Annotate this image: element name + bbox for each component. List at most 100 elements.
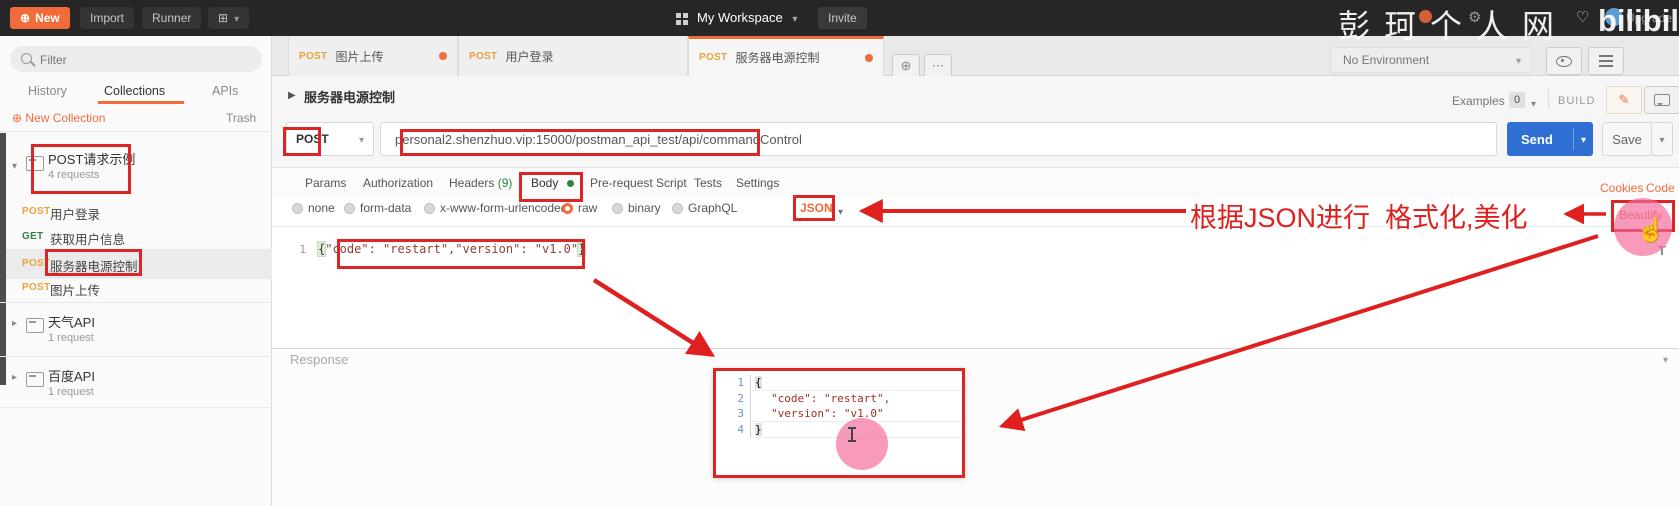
collection-count: 1 request: [48, 386, 94, 398]
runner-button-label: Runner: [152, 11, 191, 25]
save-button-label: Save: [1612, 132, 1642, 147]
tab-params[interactable]: Params: [305, 176, 346, 190]
collection-header[interactable]: POST请求示例 4 requests: [8, 140, 272, 196]
save-options-button[interactable]: [1651, 122, 1673, 156]
editor-scrollbar-thumb[interactable]: T: [1658, 243, 1666, 258]
editor-code-line[interactable]: {"code": "restart","version": "v1.0"}: [318, 242, 585, 256]
response-panel: [272, 348, 1679, 506]
filter-box[interactable]: [10, 46, 262, 72]
method-badge: POST: [22, 206, 50, 217]
collection-folder-icon: [26, 156, 44, 171]
radio-form-data[interactable]: [344, 203, 355, 214]
radio-none[interactable]: [292, 203, 303, 214]
environment-settings-button[interactable]: [1588, 47, 1624, 75]
new-button-label: New: [35, 11, 60, 25]
new-button[interactable]: ⊕ New: [10, 7, 70, 29]
import-button[interactable]: Import: [80, 7, 134, 29]
save-button[interactable]: Save: [1602, 122, 1652, 156]
chevron-down-icon: [1516, 51, 1521, 69]
sidebar-tab-collections[interactable]: Collections: [104, 84, 165, 98]
environment-quicklook-button[interactable]: [1546, 47, 1582, 75]
body-set-dot: [567, 180, 574, 187]
method-select[interactable]: POST: [286, 122, 374, 156]
request-item[interactable]: POST 图片上传: [6, 275, 272, 301]
filter-input[interactable]: [38, 49, 252, 71]
chevron-down-icon[interactable]: [1581, 130, 1586, 148]
hand-cursor-icon: ☝: [1636, 216, 1666, 245]
tab-body-active[interactable]: Body: [531, 176, 574, 190]
open-tab-2[interactable]: POST 用户登录: [458, 36, 688, 76]
method-badge: POST: [699, 52, 727, 63]
postman-app-window: ⊕ New Import Runner ⊞ My Workspace Invit…: [0, 0, 1679, 506]
code-link[interactable]: Code: [1646, 181, 1675, 195]
body-format-select[interactable]: JSON: [800, 201, 833, 215]
tab-title: 服务器电源控制: [735, 49, 819, 66]
sidebar-tab-history[interactable]: History: [28, 84, 67, 98]
environment-selector[interactable]: No Environment: [1330, 47, 1532, 73]
radio-graphql-label: GraphQL: [688, 201, 737, 215]
eye-icon: [1556, 56, 1572, 67]
pencil-icon: ✎: [1619, 92, 1630, 108]
chevron-down-icon: [1659, 130, 1664, 148]
avatar[interactable]: [1605, 8, 1623, 26]
request-name: 获取用户信息: [50, 229, 125, 248]
sidebar-tab-apis[interactable]: APIs: [212, 84, 238, 98]
chevron-down-icon[interactable]: [838, 202, 843, 220]
comments-button[interactable]: [1644, 86, 1679, 114]
search-icon: [21, 53, 32, 64]
collection-count: 4 requests: [48, 169, 99, 181]
open-tab-1[interactable]: POST 图片上传: [288, 36, 458, 76]
new-tab-button[interactable]: ⊕: [892, 54, 920, 78]
divider: [0, 407, 272, 408]
chevron-down-icon[interactable]: [1663, 350, 1668, 368]
open-tab-3-active[interactable]: POST 服务器电源控制: [688, 36, 884, 76]
plus-circle-icon: ⊕: [20, 11, 30, 25]
runner-button[interactable]: Runner: [142, 7, 201, 29]
invite-button[interactable]: Invite: [818, 7, 867, 29]
divider: [1573, 128, 1574, 150]
send-button[interactable]: Send: [1507, 122, 1593, 156]
method-badge: POST: [469, 51, 497, 62]
tab-prerequest-script[interactable]: Pre-request Script: [590, 176, 687, 190]
request-item[interactable]: POST 用户登录: [6, 199, 272, 225]
chevron-right-icon[interactable]: ▶: [288, 90, 296, 101]
settings-gear-icon[interactable]: ⚙: [1468, 8, 1481, 26]
workspace-switcher[interactable]: My Workspace: [697, 10, 797, 25]
url-input[interactable]: personal2.shenzhuo.vip:15000/postman_api…: [380, 122, 1497, 156]
divider: [0, 131, 272, 132]
collection-header[interactable]: ▸ 百度API 1 request: [8, 358, 272, 408]
workspace-label: My Workspace: [697, 10, 783, 25]
tab-authorization[interactable]: Authorization: [363, 176, 433, 190]
method-badge: POST: [22, 282, 50, 293]
send-button-label: Send: [1521, 132, 1553, 147]
environment-selected: No Environment: [1343, 53, 1429, 67]
new-collection-button[interactable]: ⊕ New Collection: [12, 111, 105, 125]
request-name: 图片上传: [50, 280, 100, 299]
collection-header[interactable]: ▸ 天气API 1 request: [8, 306, 272, 356]
examples-dropdown[interactable]: Examples: [1452, 94, 1505, 108]
text-cursor-icon: [851, 427, 853, 442]
request-item[interactable]: GET 获取用户信息: [6, 224, 272, 250]
radio-form-data-label: form-data: [360, 201, 411, 215]
method-select-value: POST: [296, 132, 329, 146]
radio-graphql[interactable]: [672, 203, 683, 214]
cookies-link[interactable]: Cookies: [1600, 181, 1643, 195]
active-tab-underline: [98, 101, 184, 104]
trash-button[interactable]: Trash: [226, 111, 256, 125]
tab-tests[interactable]: Tests: [694, 176, 722, 190]
tab-headers[interactable]: Headers (9): [449, 176, 512, 190]
radio-binary[interactable]: [612, 203, 623, 214]
new-window-button[interactable]: ⊞: [208, 7, 249, 29]
radio-urlencoded[interactable]: [424, 203, 435, 214]
divider: [1548, 89, 1549, 109]
tab-headers-label: Headers: [449, 176, 494, 190]
editor-line-number: 1: [288, 243, 306, 256]
radio-raw-selected[interactable]: [562, 203, 573, 214]
tab-options-button[interactable]: ⋯: [924, 54, 952, 78]
edit-mode-button[interactable]: ✎: [1606, 86, 1642, 114]
import-button-label: Import: [90, 11, 124, 25]
collection-folder-icon: [26, 372, 44, 387]
chevron-down-icon[interactable]: [1531, 94, 1536, 112]
heart-icon[interactable]: ♡: [1576, 8, 1589, 26]
tab-settings[interactable]: Settings: [736, 176, 779, 190]
